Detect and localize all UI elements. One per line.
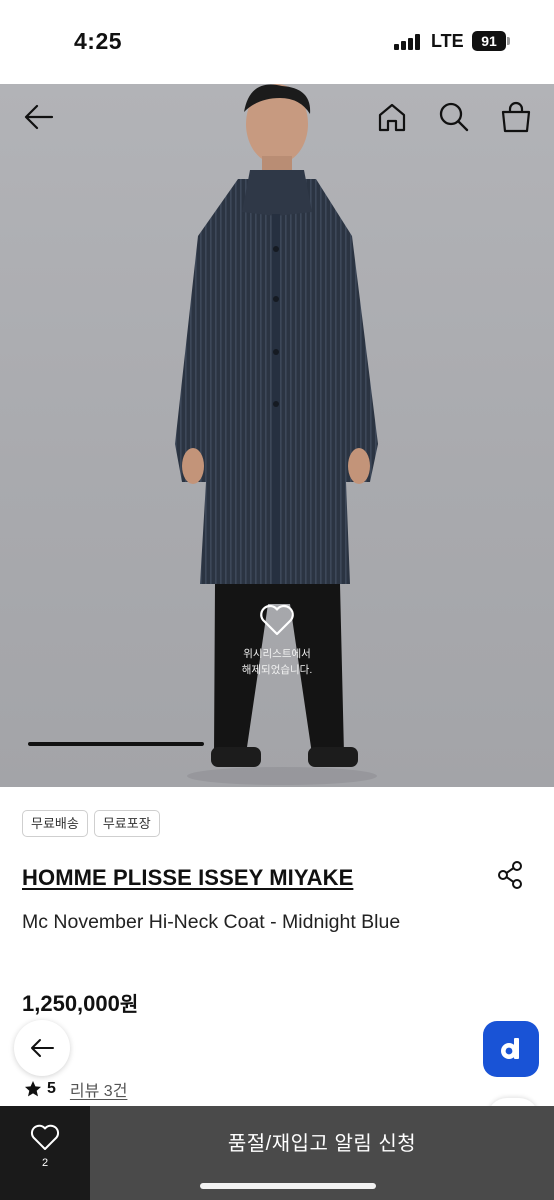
tag-free-shipping: 무료배송: [22, 810, 88, 837]
share-icon[interactable]: [496, 860, 524, 890]
star-icon: [25, 1081, 41, 1097]
signal-icon: [394, 34, 424, 50]
shopping-bag-icon[interactable]: [499, 100, 533, 134]
wishlist-button[interactable]: 2: [0, 1106, 90, 1200]
product-tags: 무료배송 무료포장: [22, 810, 160, 837]
heart-outline-icon: [30, 1124, 60, 1150]
battery-tip: [507, 37, 510, 45]
floating-back-button[interactable]: [14, 1020, 70, 1076]
search-icon[interactable]: [437, 100, 471, 134]
back-arrow-icon[interactable]: [22, 100, 56, 134]
network-type: LTE: [431, 31, 464, 51]
rating-score: 5: [47, 1080, 56, 1097]
restock-alert-button[interactable]: 품절/재입고 알림 신청: [90, 1106, 554, 1182]
back-arrow-icon: [31, 1039, 54, 1057]
model-photo: [175, 84, 378, 785]
d-app-button[interactable]: [483, 1021, 539, 1077]
wishlist-toast: 위시리스트에서 해제되었습니다.: [220, 604, 334, 678]
status-bar: 4:25 LTE 91: [0, 0, 554, 84]
price-unit: 원: [119, 994, 139, 1016]
wishlist-message-line2: 해제되었습니다.: [241, 664, 313, 676]
price-value: 1,250,000: [22, 991, 120, 1016]
status-time: 4:25: [74, 28, 123, 54]
tag-free-wrapping: 무료포장: [93, 810, 160, 837]
product-image[interactable]: 위시리스트에서 해제되었습니다.: [0, 84, 554, 787]
brand-name[interactable]: HOMME PLISSE ISSEY MIYAKE: [22, 865, 353, 891]
battery-icon: 91: [472, 31, 506, 51]
rating-row: 5 리뷰 3건: [24, 1077, 127, 1101]
heart-outline-icon: [260, 604, 294, 636]
price: 1,250,000원: [22, 988, 138, 1017]
wishlist-count: 2: [41, 1157, 49, 1169]
gallery-progress: [28, 742, 204, 746]
d-logo-icon: [501, 1038, 519, 1059]
home-icon[interactable]: [375, 100, 409, 134]
home-indicator: [200, 1183, 376, 1189]
wishlist-message-line1: 위시리스트에서: [243, 648, 311, 660]
product-name: Mc November Hi-Neck Coat - Midnight Blue: [22, 911, 401, 933]
review-link[interactable]: 리뷰 3건: [70, 1077, 128, 1101]
gallery-progress-fill: [28, 742, 204, 746]
